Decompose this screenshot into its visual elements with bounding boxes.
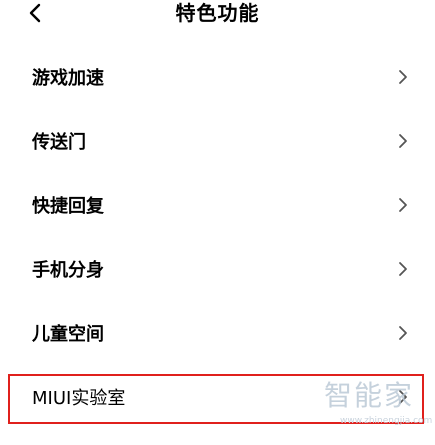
chevron-right-icon <box>397 68 409 86</box>
settings-item-label: MIUI实验室 <box>32 388 126 409</box>
settings-item-second-space[interactable]: 手机分身 <box>0 237 435 301</box>
settings-item-quick-reply[interactable]: 快捷回复 <box>0 173 435 237</box>
page-title: 特色功能 <box>175 1 260 25</box>
settings-list: 游戏加速 传送门 快捷回复 手机分身 儿童空间 MIUI实验室 <box>0 45 435 429</box>
settings-item-label: 儿童空间 <box>32 324 104 345</box>
settings-item-label: 游戏加速 <box>32 68 104 89</box>
chevron-right-icon <box>397 260 409 278</box>
chevron-right-icon <box>397 388 409 406</box>
chevron-right-icon <box>397 324 409 342</box>
settings-item-label: 传送门 <box>32 132 86 153</box>
chevron-right-icon <box>397 132 409 150</box>
settings-item-kids-space[interactable]: 儿童空间 <box>0 301 435 365</box>
settings-item-game-boost[interactable]: 游戏加速 <box>0 45 435 109</box>
header-bar: 特色功能 <box>0 0 435 32</box>
settings-item-label: 手机分身 <box>32 260 104 281</box>
settings-item-label: 快捷回复 <box>32 196 104 217</box>
chevron-right-icon <box>397 196 409 214</box>
settings-item-portal[interactable]: 传送门 <box>0 109 435 173</box>
settings-item-miui-lab[interactable]: MIUI实验室 <box>0 365 435 429</box>
